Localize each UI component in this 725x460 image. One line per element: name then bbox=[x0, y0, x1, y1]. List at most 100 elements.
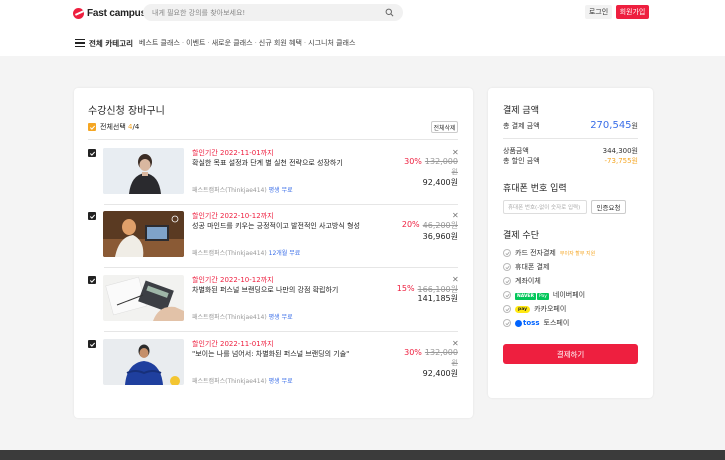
radio-check-icon[interactable] bbox=[503, 319, 511, 327]
method-naverpay[interactable]: NAVER Pay 네이버페이 bbox=[503, 290, 585, 300]
radio-check-icon[interactable] bbox=[503, 263, 511, 271]
course-thumbnail[interactable] bbox=[103, 148, 184, 194]
divider bbox=[104, 331, 458, 332]
discount-info: 20% 46,200원 bbox=[401, 220, 458, 230]
discount-info: 30% 132,000 bbox=[404, 348, 458, 357]
cart-title: 수강신청 장바구니 bbox=[88, 106, 165, 117]
total-row: 총 결제 금액 270,545원 bbox=[503, 120, 638, 131]
nav-all-categories[interactable]: 전체 카테고리 bbox=[89, 38, 133, 49]
verify-button[interactable]: 인증요청 bbox=[591, 200, 626, 214]
logo[interactable]: Fast campus bbox=[73, 6, 146, 20]
nav-separator: · bbox=[181, 39, 185, 47]
phone-input[interactable]: 휴대폰 번호(-없이 숫자로 입력) bbox=[503, 200, 587, 214]
cart-item: 할인기간 2022-11-01까지 확실한 목표 설정과 단계 별 실천 전략으… bbox=[88, 148, 460, 202]
logo-icon bbox=[73, 7, 84, 19]
item-checkbox[interactable] bbox=[88, 276, 96, 284]
nav-separator: · bbox=[207, 39, 210, 47]
naverpay-logo: NAVER Pay bbox=[515, 292, 549, 300]
method-transfer[interactable]: 계좌이체 bbox=[503, 276, 541, 286]
login-button[interactable]: 로그인 bbox=[585, 5, 612, 19]
nav-item-event[interactable]: 이벤트 bbox=[186, 38, 205, 48]
signup-button[interactable]: 회원가입 bbox=[616, 5, 649, 19]
item-checkbox[interactable] bbox=[88, 340, 96, 348]
tosspay-logo: toss bbox=[515, 319, 540, 327]
original-unit: 원 bbox=[451, 359, 458, 367]
check-icon bbox=[89, 278, 95, 283]
select-all-label: 전체선택 4/4 bbox=[100, 123, 140, 131]
logo-text: Fast campus bbox=[87, 7, 146, 19]
item-checkbox[interactable] bbox=[88, 149, 96, 157]
method-tosspay[interactable]: toss 토스페이 bbox=[503, 318, 569, 328]
discount-row: 총 할인 금액 -73,755원 bbox=[503, 156, 638, 166]
search-icon[interactable] bbox=[385, 8, 394, 17]
remove-item-icon[interactable]: ✕ bbox=[452, 275, 459, 284]
product-amount-row: 상품금액 344,300원 bbox=[503, 146, 638, 156]
divider bbox=[503, 138, 638, 139]
radio-check-icon[interactable] bbox=[503, 291, 511, 299]
course-name[interactable]: 확실한 목표 설정과 단계 별 실천 전략으로 성장하기 bbox=[192, 158, 343, 168]
course-meta: 패스트캠퍼스(Thinkjae414) 평생 무료 bbox=[192, 378, 293, 385]
nav-item-best[interactable]: 베스트 클래스 bbox=[139, 38, 180, 48]
item-checkbox[interactable] bbox=[88, 212, 96, 220]
search-bar[interactable]: 내게 필요한 강의를 찾아보세요! bbox=[143, 4, 403, 21]
original-unit: 원 bbox=[451, 168, 458, 176]
course-name[interactable]: 차별화된 퍼스널 브랜딩으로 나만의 강점 확립하기 bbox=[192, 285, 338, 295]
cart-panel: 수강신청 장바구니 전체선택 4/4 전체삭제 할인기간 2022-11-01까… bbox=[74, 88, 473, 418]
nav-separator: · bbox=[303, 39, 307, 47]
divider bbox=[104, 267, 458, 268]
select-all[interactable]: 전체선택 4/4 bbox=[88, 122, 139, 132]
check-icon bbox=[89, 125, 95, 130]
method-phone[interactable]: 휴대폰 결제 bbox=[503, 262, 549, 272]
remove-item-icon[interactable]: ✕ bbox=[452, 148, 459, 157]
footer bbox=[0, 450, 725, 460]
discount-period: 할인기간 2022-11-01까지 bbox=[192, 340, 274, 348]
check-icon bbox=[89, 214, 95, 219]
discount-period: 할인기간 2022-10-12까지 bbox=[192, 212, 274, 220]
remove-item-icon[interactable]: ✕ bbox=[452, 339, 459, 348]
course-thumbnail[interactable] bbox=[103, 339, 184, 385]
cart-item: 할인기간 2022-10-12까지 차별화된 퍼스널 브랜딩으로 나만의 강점 … bbox=[88, 275, 460, 329]
method-card[interactable]: 카드 전자결제 무이자 할부 지원 bbox=[503, 248, 595, 258]
course-name[interactable]: 성공 마인드를 키우는 긍정적이고 발전적인 사고방식 형성 bbox=[192, 221, 360, 231]
search-input[interactable]: 내게 필요한 강의를 찾아보세요! bbox=[152, 8, 385, 18]
radio-check-icon[interactable] bbox=[503, 305, 511, 313]
select-all-checkbox[interactable] bbox=[88, 123, 96, 131]
cart-item: 할인기간 2022-11-01까지 "보이는 나를 넘어서: 차별화된 퍼스널 … bbox=[88, 339, 460, 393]
payment-method-title: 결제 수단 bbox=[503, 231, 539, 241]
radio-check-icon[interactable] bbox=[503, 249, 511, 257]
method-kakaopay[interactable]: pay 카카오페이 bbox=[503, 304, 566, 314]
check-icon bbox=[89, 151, 95, 156]
course-thumbnail[interactable] bbox=[103, 211, 184, 257]
item-price: 92,400원 bbox=[422, 369, 458, 378]
pay-button[interactable]: 결제하기 bbox=[503, 344, 638, 364]
nav-item-new[interactable]: 새로운 클래스 bbox=[212, 38, 253, 48]
nav-separator: · bbox=[254, 39, 257, 47]
item-price: 92,400원 bbox=[422, 178, 458, 187]
menu-icon[interactable] bbox=[75, 39, 85, 47]
remove-item-icon[interactable]: ✕ bbox=[452, 211, 459, 220]
course-name[interactable]: "보이는 나를 넘어서: 차별화된 퍼스널 브랜딩의 기술" bbox=[192, 349, 349, 359]
radio-check-icon[interactable] bbox=[503, 277, 511, 285]
cart-item: 할인기간 2022-10-12까지 성공 마인드를 키우는 긍정적이고 발전적인… bbox=[88, 211, 460, 265]
course-meta: 패스트캠퍼스(Thinkjae414) 12개월 무료 bbox=[192, 250, 301, 257]
nav-item-new-member[interactable]: 신규 회원 혜택 bbox=[259, 38, 302, 48]
total-value: 270,545원 bbox=[590, 120, 638, 131]
discount-label: 총 할인 금액 bbox=[503, 157, 540, 165]
nav-item-signature[interactable]: 시그니처 클래스 bbox=[308, 38, 355, 48]
discount-period: 할인기간 2022-10-12까지 bbox=[192, 276, 274, 284]
course-thumbnail[interactable] bbox=[103, 275, 184, 321]
site-header: Fast campus 내게 필요한 강의를 찾아보세요! 로그인 회원가입 전… bbox=[0, 0, 725, 56]
divider bbox=[104, 204, 458, 205]
delete-all-button[interactable]: 전체삭제 bbox=[431, 121, 458, 133]
product-value: 344,300원 bbox=[602, 147, 638, 155]
discount-value: -73,755원 bbox=[604, 157, 638, 165]
total-label: 총 결제 금액 bbox=[503, 122, 540, 130]
item-price: 141,185원 bbox=[417, 294, 458, 303]
category-nav: 전체 카테고리 베스트 클래스 · 이벤트 · 새로운 클래스 · 신규 회원 … bbox=[75, 37, 355, 49]
kakaopay-logo: pay bbox=[515, 305, 531, 313]
discount-info: 30% 132,000 bbox=[404, 157, 458, 166]
toss-icon bbox=[515, 319, 522, 327]
item-price: 36,960원 bbox=[422, 232, 458, 241]
check-icon bbox=[89, 342, 95, 347]
payment-panel: 결제 금액 총 결제 금액 270,545원 상품금액 344,300원 총 할… bbox=[488, 88, 653, 398]
